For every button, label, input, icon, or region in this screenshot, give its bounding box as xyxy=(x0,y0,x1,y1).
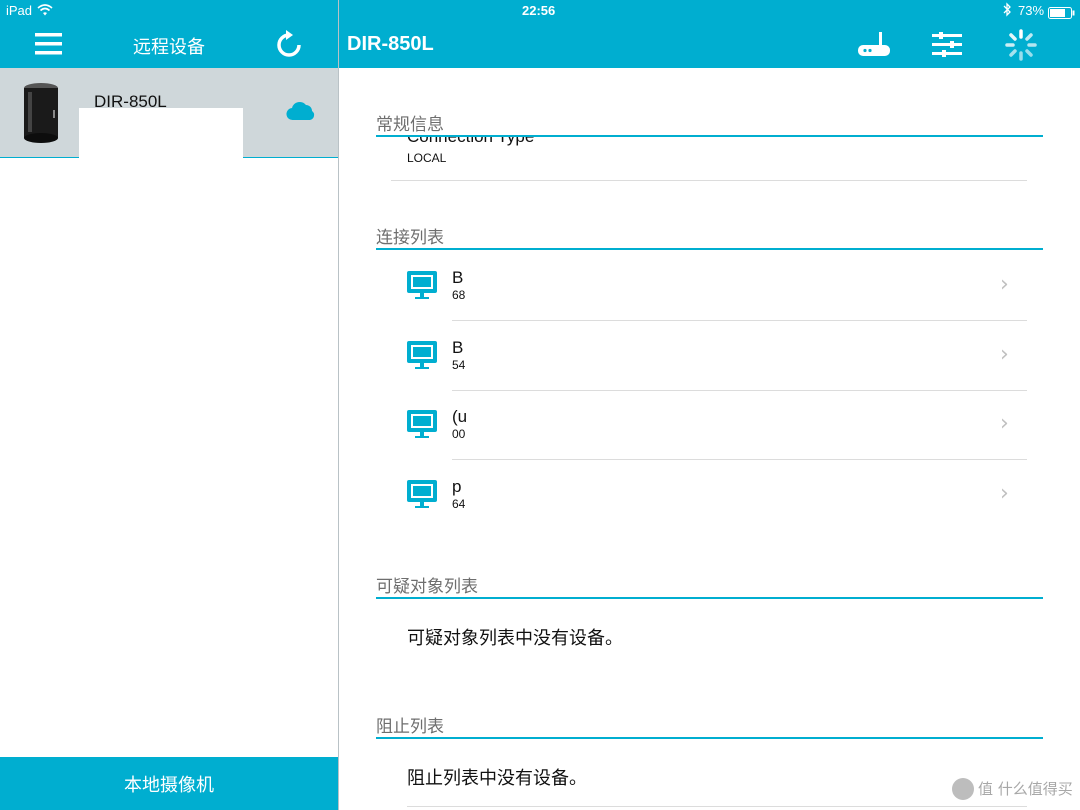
blocked-list-header: 阻止列表 xyxy=(376,717,444,737)
loading-spinner-icon xyxy=(1005,29,1037,61)
connection-text-clip: B 68 xyxy=(452,268,467,308)
monitor-icon xyxy=(406,409,438,439)
connection-type-clip: Connection Type xyxy=(407,137,1027,151)
local-camera-label: 本地摄像机 xyxy=(124,774,214,796)
redacted-block xyxy=(79,108,243,158)
connection-list-item[interactable] xyxy=(391,321,1043,390)
refresh-icon[interactable] xyxy=(275,30,303,60)
connection-type-label: Connection Type xyxy=(407,137,534,147)
right-nav-bar xyxy=(339,0,1080,68)
monitor-icon xyxy=(406,270,438,300)
chevron-right-icon: › xyxy=(1000,411,1009,436)
chevron-right-icon: › xyxy=(1000,481,1009,506)
connection-list-item[interactable] xyxy=(391,391,1043,460)
connection-name: B xyxy=(452,268,464,287)
connection-list-item[interactable] xyxy=(391,251,1043,320)
local-camera-button[interactable]: 本地摄像机 xyxy=(0,757,338,810)
menu-icon[interactable] xyxy=(35,32,63,56)
status-time: 22:56 xyxy=(522,3,556,18)
battery-icon xyxy=(1048,4,1076,19)
wifi-icon xyxy=(37,2,53,16)
cloud-icon xyxy=(286,100,316,122)
connection-mac: 68 xyxy=(452,288,466,302)
connection-mac: 00 xyxy=(452,427,466,441)
bluetooth-icon xyxy=(1001,2,1013,17)
status-device-name: iPad xyxy=(6,3,33,18)
chevron-right-icon: › xyxy=(1000,342,1009,367)
connection-list-header: 连接列表 xyxy=(376,228,444,248)
connection-text-clip: (u 00 xyxy=(452,407,467,447)
suspicious-empty-message: 可疑对象列表中没有设备。 xyxy=(407,628,623,649)
connection-list-item[interactable] xyxy=(391,460,1043,529)
connection-mac: 64 xyxy=(452,497,466,511)
section-rule xyxy=(376,597,1043,599)
watermark-text: 值 什么值得买 xyxy=(978,780,1073,798)
connection-text-clip: B 54 xyxy=(452,338,467,378)
router-icon[interactable] xyxy=(857,30,891,58)
connection-name: (u xyxy=(452,407,467,426)
divider xyxy=(407,806,1027,807)
section-rule xyxy=(376,248,1043,250)
router-device-image xyxy=(20,82,62,144)
connection-name: B xyxy=(452,338,464,357)
status-battery-text: 73% xyxy=(1018,3,1045,18)
suspicious-list-header: 可疑对象列表 xyxy=(376,577,478,597)
monitor-icon xyxy=(406,479,438,509)
general-info-header: 常规信息 xyxy=(376,115,444,135)
left-pane-title: 远程设备 xyxy=(133,37,205,58)
chevron-right-icon: › xyxy=(1000,272,1009,297)
connection-mac: 54 xyxy=(452,358,466,372)
monitor-icon xyxy=(406,340,438,370)
pane-divider xyxy=(338,0,339,810)
connection-type-value: LOCAL xyxy=(407,151,447,165)
watermark-logo-icon xyxy=(952,778,974,800)
connection-name: p xyxy=(452,477,462,496)
divider xyxy=(391,180,1027,181)
blocked-empty-message: 阻止列表中没有设备。 xyxy=(407,768,587,789)
connection-text-clip: p 64 xyxy=(452,477,467,517)
section-rule xyxy=(376,737,1043,739)
right-pane-title: DIR-850L xyxy=(347,33,434,55)
settings-sliders-icon[interactable] xyxy=(932,32,962,58)
